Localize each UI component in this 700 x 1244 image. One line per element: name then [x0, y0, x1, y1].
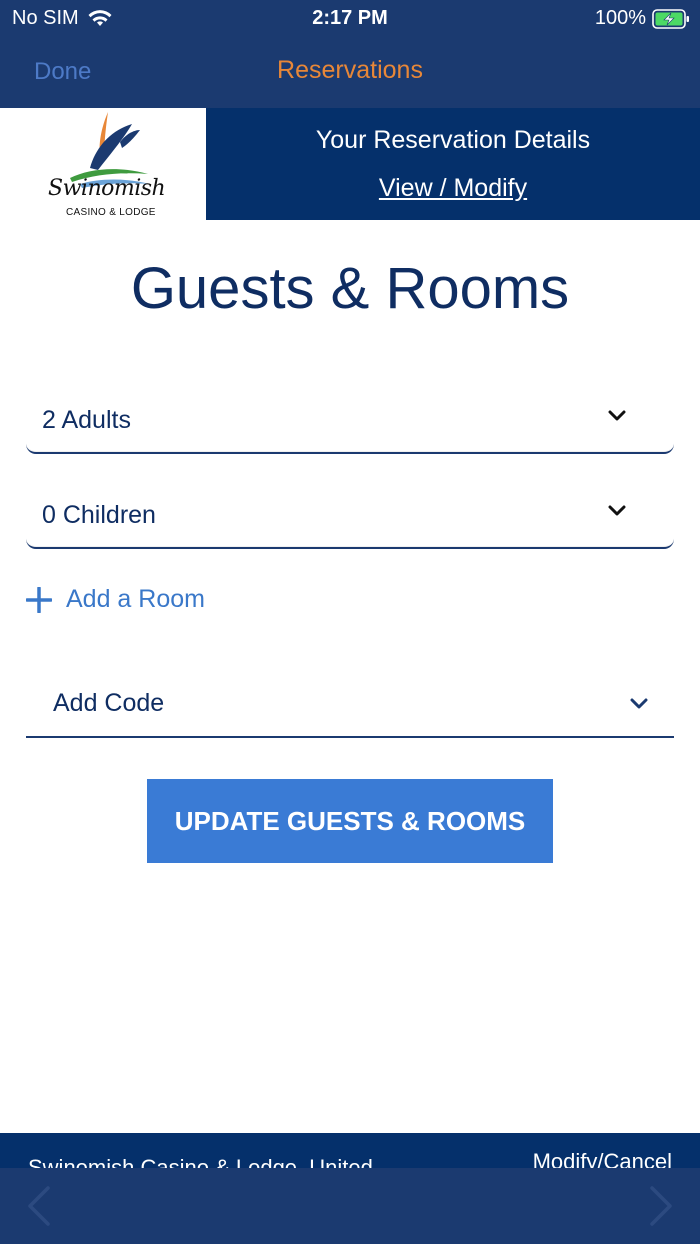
logo-subtitle: CASINO & LODGE: [66, 207, 156, 218]
nav-title: Reservations: [277, 56, 423, 84]
footer-strip: Swinomish Casino & Lodge, United Modify/…: [0, 1133, 700, 1173]
reservation-details-title: Your Reservation Details: [315, 126, 591, 154]
page-title: Guests & Rooms: [130, 256, 570, 321]
children-select[interactable]: 0 Children: [26, 481, 674, 549]
plus-icon: [26, 586, 52, 613]
navigation-bar: Done Reservations: [0, 36, 700, 108]
chevron-down-icon: [630, 698, 648, 709]
reservation-banner: Swinomish CASINO & LODGE Your Reservatio…: [0, 108, 700, 220]
children-value: 0 Children: [42, 501, 156, 529]
chevron-left-icon[interactable]: [26, 1186, 52, 1226]
chevron-right-icon[interactable]: [648, 1186, 674, 1226]
adults-select[interactable]: 2 Adults: [26, 386, 674, 454]
view-modify-link[interactable]: View / Modify: [206, 174, 700, 203]
update-guests-rooms-button[interactable]: UPDATE GUESTS & ROOMS: [147, 779, 553, 863]
battery-group: 100%: [595, 7, 690, 30]
browser-toolbar: [0, 1168, 700, 1244]
add-code-select[interactable]: Add Code: [26, 672, 674, 738]
battery-charging-icon: [652, 8, 689, 29]
chevron-down-icon: [608, 505, 626, 516]
add-code-label: Add Code: [53, 689, 165, 717]
add-room-label: Add a Room: [66, 585, 205, 613]
logo-wordmark: Swinomish: [48, 176, 166, 201]
adults-value: 2 Adults: [42, 406, 131, 434]
status-bar: No SIM 2:17 PM 100%: [0, 0, 700, 36]
logo-feather-icon: [70, 112, 150, 188]
brand-logo: Swinomish CASINO & LODGE: [0, 108, 206, 220]
battery-percent: 100%: [594, 7, 646, 29]
chevron-down-icon: [608, 410, 626, 421]
add-room-button[interactable]: Add a Room: [26, 585, 205, 614]
